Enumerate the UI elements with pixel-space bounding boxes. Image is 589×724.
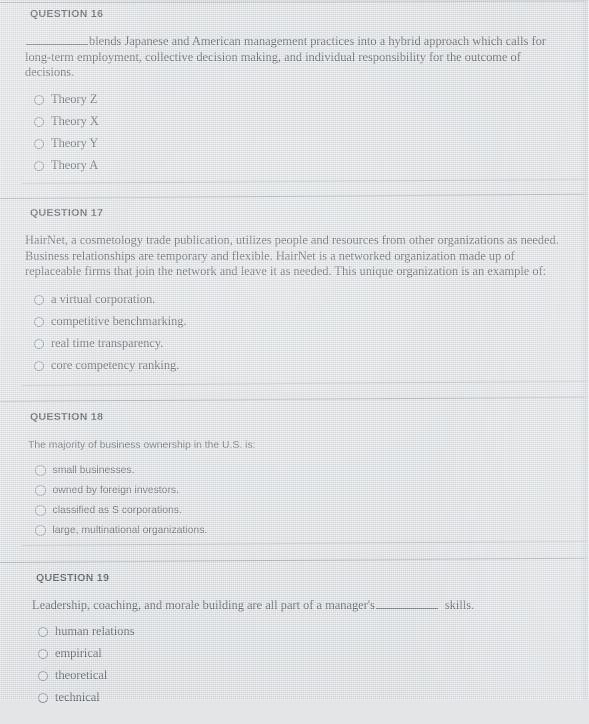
- radio-icon[interactable]: [35, 525, 46, 536]
- question-text-18: The majority of business ownership in th…: [28, 440, 256, 451]
- options-list-16: Theory Z Theory X Theory Y Theory A: [34, 90, 589, 176]
- question-header-16: QUESTION 16: [30, 8, 104, 20]
- option-18-1-label: small businesses.: [52, 465, 135, 476]
- option-17-1-label: a virtual corporation.: [51, 292, 156, 306]
- question-block-17: QUESTION 17 HairNet, a cosmetology trade…: [0, 207, 589, 392]
- option-18-2[interactable]: owned by foreign investors.: [35, 481, 589, 500]
- page-top-rule: [0, 0, 589, 3]
- radio-icon[interactable]: [38, 670, 48, 681]
- option-18-4-label: large, multinational organizations.: [52, 525, 208, 536]
- question-header-18: QUESTION 18: [30, 411, 104, 423]
- option-18-3-label: classified as S corporations.: [52, 505, 182, 516]
- radio-icon[interactable]: [34, 116, 44, 127]
- radio-icon[interactable]: [38, 692, 48, 703]
- option-16-4-label: Theory A: [51, 158, 99, 172]
- option-18-4[interactable]: large, multinational organizations.: [35, 521, 589, 540]
- section-separator-full-2: [0, 396, 589, 402]
- option-19-2[interactable]: empirical: [38, 644, 589, 664]
- question-block-19: QUESTION 19 Leadership, coaching, and mo…: [0, 572, 589, 724]
- question-block-18: QUESTION 18 The majority of business own…: [0, 411, 589, 556]
- option-16-1-label: Theory Z: [51, 92, 98, 106]
- radio-icon[interactable]: [35, 485, 46, 496]
- question-text-16: blends Japanese and American management …: [25, 34, 571, 81]
- option-17-4-label: core competency ranking.: [51, 358, 180, 372]
- options-list-18: small businesses. owned by foreign inves…: [35, 461, 589, 540]
- option-16-3[interactable]: Theory Y: [34, 134, 589, 154]
- option-19-4[interactable]: technical: [38, 688, 589, 708]
- section-separator-full-1: [0, 193, 589, 199]
- question-text-19: Leadership, coaching, and morale buildin…: [32, 598, 571, 614]
- radio-icon[interactable]: [34, 294, 44, 305]
- radio-icon[interactable]: [34, 316, 44, 327]
- options-list-17: a virtual corporation. competitive bench…: [34, 290, 589, 376]
- question-header-19: QUESTION 19: [36, 572, 110, 584]
- option-17-2-label: competitive benchmarking.: [51, 314, 187, 328]
- radio-icon[interactable]: [38, 626, 48, 637]
- question-text-16-body: blends Japanese and American management …: [25, 34, 546, 79]
- option-19-1-label: human relations: [55, 624, 135, 638]
- option-16-4[interactable]: Theory A: [34, 156, 589, 176]
- option-19-3[interactable]: theoretical: [38, 666, 589, 686]
- option-18-1[interactable]: small businesses.: [35, 461, 589, 480]
- quiz-page: QUESTION 16 blends Japanese and American…: [0, 0, 589, 704]
- question-header-17: QUESTION 17: [30, 207, 104, 219]
- radio-icon[interactable]: [34, 138, 44, 149]
- question-text-19-part2: skills.: [444, 598, 475, 612]
- radio-icon[interactable]: [34, 94, 44, 105]
- radio-icon[interactable]: [34, 360, 44, 371]
- question-text-19-part1: Leadership, coaching, and morale buildin…: [32, 598, 375, 612]
- option-16-1[interactable]: Theory Z: [34, 90, 589, 110]
- option-17-2[interactable]: competitive benchmarking.: [34, 312, 589, 332]
- answer-blank-19: [375, 599, 438, 609]
- section-separator-full-3: [0, 557, 589, 563]
- option-18-2-label: owned by foreign investors.: [52, 485, 180, 496]
- option-19-2-label: empirical: [55, 646, 102, 660]
- option-19-3-label: theoretical: [55, 668, 108, 682]
- option-17-3[interactable]: real time transparency.: [34, 334, 589, 354]
- option-18-3[interactable]: classified as S corporations.: [35, 501, 589, 520]
- radio-icon[interactable]: [34, 160, 44, 171]
- options-list-19: human relations empirical theoretical te…: [38, 622, 589, 708]
- option-16-3-label: Theory Y: [51, 136, 99, 150]
- answer-blank-16: [26, 35, 88, 45]
- question-block-16: QUESTION 16 blends Japanese and American…: [0, 8, 589, 192]
- radio-icon[interactable]: [35, 465, 46, 476]
- option-19-1[interactable]: human relations: [38, 622, 589, 642]
- radio-icon[interactable]: [35, 505, 46, 516]
- page-right-edge: [581, 0, 589, 700]
- radio-icon[interactable]: [34, 338, 44, 349]
- question-text-17: HairNet, a cosmetology trade publication…: [25, 233, 559, 278]
- option-17-4[interactable]: core competency ranking.: [34, 356, 589, 376]
- option-17-1[interactable]: a virtual corporation.: [34, 290, 589, 310]
- option-19-4-label: technical: [55, 690, 100, 704]
- option-16-2-label: Theory X: [51, 114, 99, 128]
- option-17-3-label: real time transparency.: [51, 336, 164, 350]
- radio-icon[interactable]: [38, 648, 48, 659]
- option-16-2[interactable]: Theory X: [34, 112, 589, 132]
